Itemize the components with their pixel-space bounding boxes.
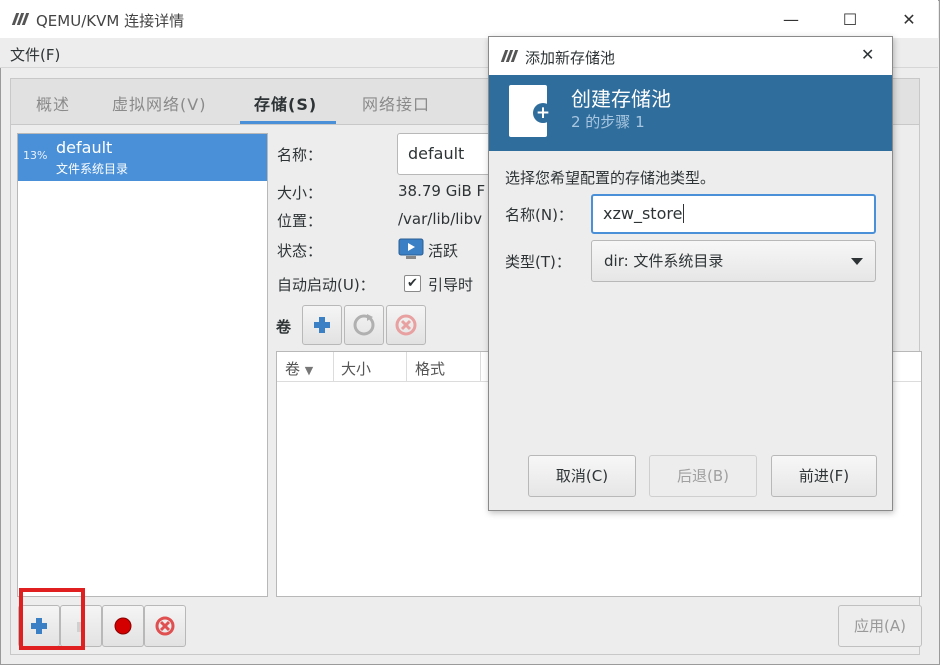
delete-pool-button[interactable]	[144, 605, 186, 647]
new-document-icon: +	[509, 85, 553, 137]
pool-type-select[interactable]: dir: 文件系统目录	[591, 240, 876, 282]
banner-subtitle: 2 的步骤 1	[571, 113, 645, 131]
autostart-value: 引导时	[428, 276, 474, 294]
refresh-icon	[353, 314, 375, 336]
tab-overview[interactable]: 概述	[36, 91, 70, 115]
maximize-button[interactable]: ☐	[827, 6, 873, 34]
instruction-text: 选择您希望配置的存储池类型。	[505, 169, 716, 187]
column-format[interactable]: 格式	[415, 358, 445, 379]
pool-name-label: 名称(N)：	[505, 206, 573, 224]
dialog-title-bar[interactable]: 添加新存储池 ✕	[489, 37, 892, 75]
dialog-close-button[interactable]: ✕	[861, 45, 874, 64]
column-size[interactable]: 大小	[341, 358, 371, 379]
add-volume-button[interactable]	[302, 305, 342, 345]
minimize-button[interactable]: —	[768, 6, 814, 34]
pool-name-value: default	[408, 144, 465, 163]
pool-list-item[interactable]: 13% default 文件系统目录	[18, 134, 267, 181]
add-storage-pool-dialog: 添加新存储池 ✕ + 创建存储池 2 的步骤 1 选择您希望配置的存储池类型。 …	[488, 36, 893, 511]
column-divider	[333, 352, 334, 382]
chevron-down-icon	[851, 258, 863, 265]
delete-icon	[395, 314, 417, 336]
vm-app-icon	[11, 13, 30, 25]
refresh-volume-button[interactable]	[344, 305, 384, 345]
apply-button[interactable]: 应用(A)	[838, 605, 922, 647]
menu-file[interactable]: 文件(F)	[10, 44, 60, 65]
pool-type-value: dir: 文件系统目录	[604, 252, 724, 270]
name-label: 名称：	[277, 146, 323, 164]
title-bar[interactable]: QEMU/KVM 连接详情 — ☐ ✕	[0, 0, 938, 38]
location-value: /var/lib/libv	[398, 210, 482, 228]
dialog-banner: + 创建存储池 2 的步骤 1	[489, 75, 892, 151]
column-divider	[406, 352, 407, 382]
location-label: 位置：	[277, 212, 323, 230]
state-value: 活跃	[428, 242, 459, 260]
column-volume[interactable]: 卷 ▼	[285, 358, 313, 379]
pool-name: default	[56, 138, 113, 157]
pool-type: 文件系统目录	[56, 162, 129, 176]
pool-type-label: 类型(T)：	[505, 253, 571, 271]
tab-network-interfaces[interactable]: 网络接口	[362, 91, 430, 115]
cancel-button[interactable]: 取消(C)	[528, 455, 636, 497]
window-title: QEMU/KVM 连接详情	[36, 12, 185, 30]
tab-storage[interactable]: 存储(S)	[254, 91, 317, 115]
tab-virtual-networks[interactable]: 虚拟网络(V)	[112, 91, 206, 115]
plus-badge-icon: +	[533, 103, 553, 123]
delete-icon	[155, 616, 175, 636]
stop-pool-button[interactable]	[102, 605, 144, 647]
close-button[interactable]: ✕	[886, 6, 932, 34]
highlight-box	[19, 588, 85, 650]
vm-app-icon	[500, 50, 519, 62]
pool-name-input-value: xzw_store	[603, 204, 683, 223]
pool-name-field[interactable]: default	[397, 133, 497, 175]
size-value: 38.79 GiB F	[398, 182, 486, 200]
autostart-label: 自动启动(U)：	[277, 276, 375, 294]
storage-pool-list[interactable]	[17, 133, 268, 597]
plus-icon	[314, 317, 330, 333]
back-button[interactable]: 后退(B)	[649, 455, 757, 497]
delete-volume-button[interactable]	[386, 305, 426, 345]
volumes-label: 卷	[276, 318, 292, 336]
active-state-icon	[398, 238, 424, 260]
banner-title: 创建存储池	[571, 87, 671, 111]
forward-button[interactable]: 前进(F)	[771, 455, 877, 497]
record-icon	[114, 617, 132, 635]
autostart-checkbox[interactable]: ✔	[404, 275, 421, 292]
column-divider	[480, 352, 481, 382]
dialog-title: 添加新存储池	[525, 49, 616, 67]
size-label: 大小：	[277, 184, 323, 202]
pool-usage: 13%	[23, 149, 48, 162]
pool-name-input[interactable]: xzw_store	[591, 194, 876, 234]
state-label: 状态：	[277, 242, 323, 260]
